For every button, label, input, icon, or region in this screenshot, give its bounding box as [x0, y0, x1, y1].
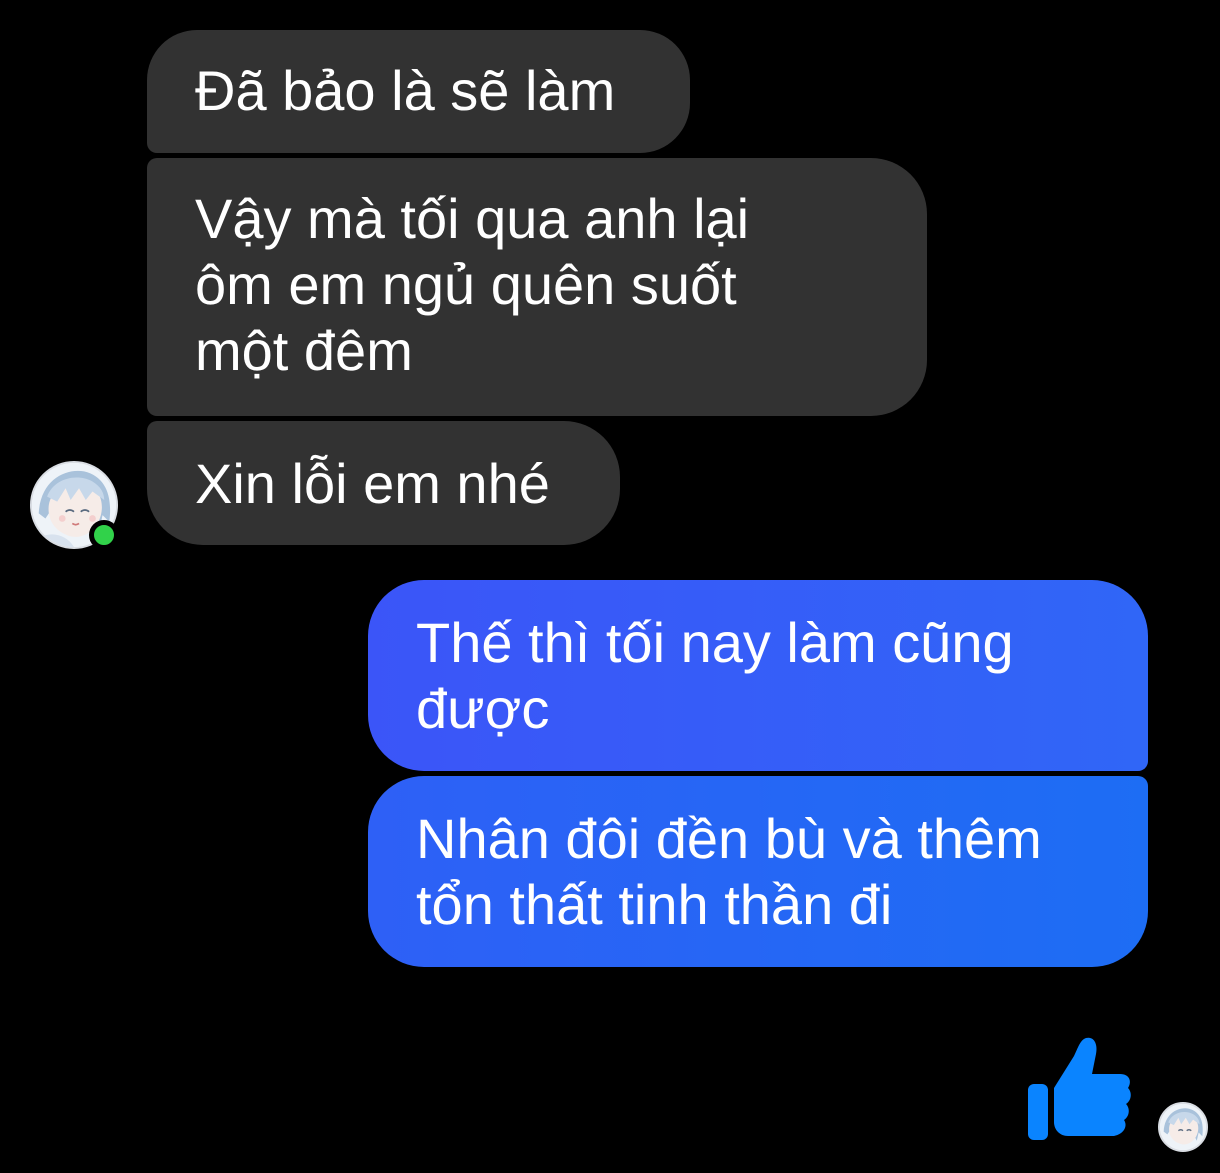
- avatar-image: [1160, 1104, 1206, 1150]
- message-bubble-incoming[interactable]: Vậy mà tối qua anh lại ôm em ngủ quên su…: [147, 158, 927, 416]
- message-bubble-outgoing[interactable]: Nhân đôi đền bù và thêm tổn thất tinh th…: [368, 776, 1148, 967]
- message-bubble-incoming[interactable]: Đã bảo là sẽ làm: [147, 30, 690, 153]
- message-bubble-incoming[interactable]: Xin lỗi em nhé: [147, 421, 620, 545]
- message-bubble-outgoing[interactable]: Thế thì tối nay làm cũng được: [368, 580, 1148, 771]
- thumbs-up-icon[interactable]: [1026, 1034, 1132, 1142]
- read-receipt-avatar: [1158, 1102, 1208, 1152]
- online-status-indicator: [89, 520, 119, 550]
